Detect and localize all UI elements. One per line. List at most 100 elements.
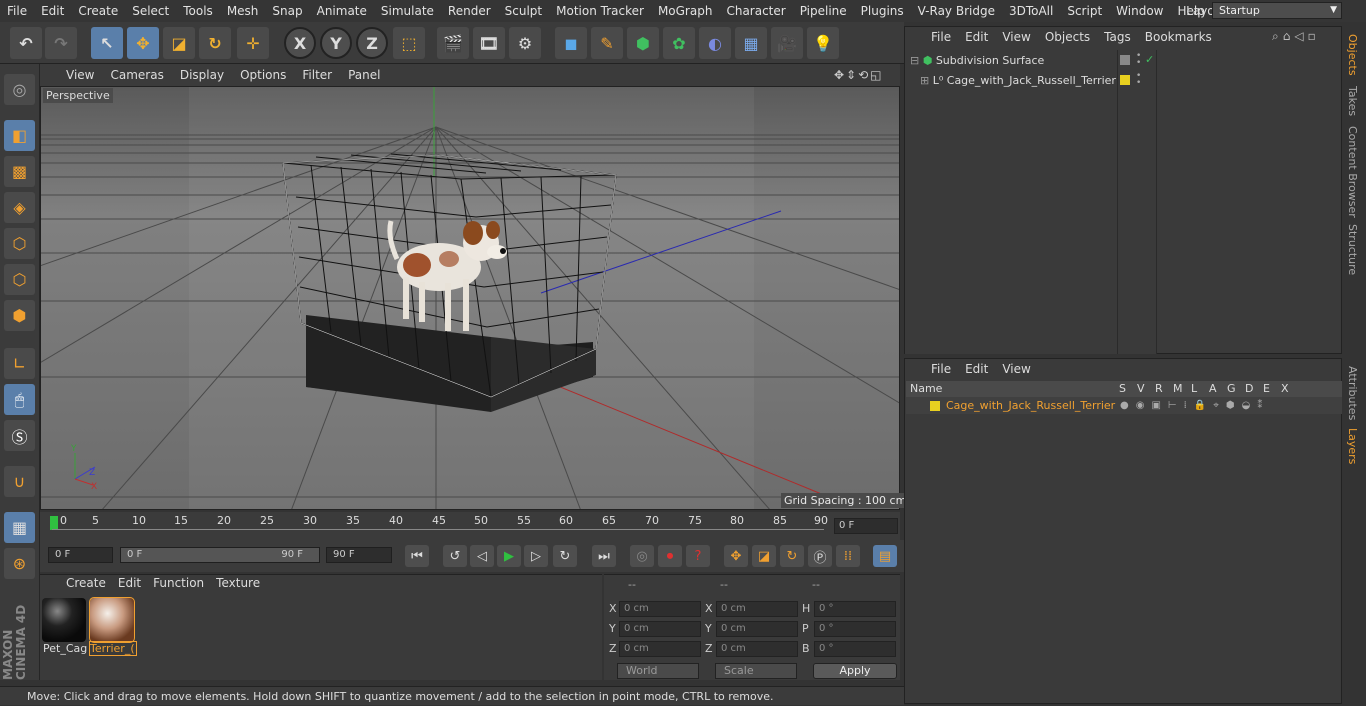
size-z-field[interactable]: 0 cm [716,641,798,657]
obj-menu-objects[interactable]: Objects [1038,30,1097,44]
material-thumb[interactable] [42,598,86,642]
workplane-lock-icon[interactable]: ▦ [4,512,35,543]
position-y-field[interactable]: 0 cm [619,621,701,637]
material-thumb[interactable] [89,597,135,643]
axis-mode-icon[interactable]: ∟ [4,348,35,379]
size-y-field[interactable]: 0 cm [716,621,798,637]
visibility-dots-icon[interactable]: • • [1136,72,1141,88]
size-mode-select[interactable]: Scale [715,663,797,679]
menu-sculpt[interactable]: Sculpt [498,4,549,18]
coord-mode-select[interactable]: World [617,663,699,679]
timeline-ruler[interactable]: 0 5 10 15 20 25 30 35 40 45 50 55 60 65 … [48,514,828,534]
position-x-field[interactable]: 0 cm [619,601,701,617]
rotate-icon[interactable]: ↻ [199,27,231,59]
obj-menu-view[interactable]: View [995,30,1037,44]
layer-col-r[interactable]: R [1155,381,1163,397]
viewport-nav-icons[interactable]: ✥⇕⟲◱ [834,68,900,82]
keyframe-selection-icon[interactable]: ? [686,545,710,567]
layer-row[interactable]: Cage_with_Jack_Russell_Terrier ●◉▣⊢⁞🔒⌖⬢◒… [906,397,1342,414]
key-rotation-icon[interactable]: ↻ [780,545,804,567]
vp-menu-options[interactable]: Options [232,68,294,82]
menu-mesh[interactable]: Mesh [220,4,266,18]
undo-icon[interactable]: ↶ [10,27,42,59]
layer-menu-file[interactable]: File [924,362,958,376]
frame-range-slider[interactable]: 0 F 90 F [120,547,320,563]
edit-render-settings-icon[interactable]: ⚙ [509,27,541,59]
menu-tools[interactable]: Tools [176,4,220,18]
menu-select[interactable]: Select [125,4,176,18]
cloner-icon[interactable]: ✿ [663,27,695,59]
layer-col-e[interactable]: E [1263,381,1270,397]
tree-toggle-icon[interactable]: ⊞ [920,74,929,87]
points-mode-icon[interactable]: ⬡ [4,228,35,259]
current-frame-field[interactable]: 0 F [834,518,898,534]
tab-layers[interactable]: Layers [1346,428,1359,464]
layer-col-s[interactable]: S [1119,381,1126,397]
vp-menu-panel[interactable]: Panel [340,68,388,82]
menu-plugins[interactable]: Plugins [854,4,911,18]
tab-structure[interactable]: Structure [1346,224,1359,275]
next-frame-icon[interactable]: ▷ [524,545,548,567]
menu-edit[interactable]: Edit [34,4,71,18]
phong-tag-icon[interactable] [1120,55,1130,65]
layer-color-icon[interactable] [1120,75,1130,85]
menu-motion-tracker[interactable]: Motion Tracker [549,4,651,18]
menu-script[interactable]: Script [1060,4,1109,18]
obj-menu-file[interactable]: File [924,30,958,44]
key-pla-icon[interactable]: ⁞⁞ [836,545,860,567]
viewport-camera-label[interactable]: Perspective [43,88,113,103]
layer-col-a[interactable]: A [1209,381,1217,397]
menu-pipeline[interactable]: Pipeline [793,4,854,18]
tree-toggle-icon[interactable]: ⊟ [910,54,919,67]
layer-col-x[interactable]: X [1281,381,1289,397]
y-axis-icon[interactable]: Y [320,27,352,59]
mat-menu-create[interactable]: Create [60,576,112,594]
floor-icon[interactable]: ▦ [735,27,767,59]
z-axis-icon[interactable]: Z [356,27,388,59]
tab-attributes[interactable]: Attributes [1346,366,1359,420]
layer-col-v[interactable]: V [1137,381,1145,397]
menu-vray-bridge[interactable]: V-Ray Bridge [911,4,1002,18]
rotation-h-field[interactable]: 0 ° [814,601,896,617]
texture-mode-icon[interactable]: ▩ [4,156,35,187]
light-icon[interactable]: 💡 [807,27,839,59]
menu-3dtoall[interactable]: 3DToAll [1002,4,1060,18]
menu-simulate[interactable]: Simulate [374,4,441,18]
goto-end-icon[interactable]: ⏭ [592,545,616,567]
scale-icon[interactable]: ◪ [163,27,195,59]
layer-menu-view[interactable]: View [995,362,1037,376]
menu-character[interactable]: Character [719,4,792,18]
object-row[interactable]: ⊞ L⁰ Cage_with_Jack_Russell_Terrier [920,72,1116,90]
layer-name[interactable]: Cage_with_Jack_Russell_Terrier [946,397,1115,414]
enabled-check-icon[interactable]: ✓ [1145,53,1154,66]
apply-button[interactable]: Apply [813,663,897,679]
layer-color-icon[interactable] [930,401,940,411]
timeline-window-icon[interactable]: ▤ [873,545,897,567]
end-frame-field[interactable]: 90 F [326,547,392,563]
rotation-p-field[interactable]: 0 ° [814,621,896,637]
layer-col-g[interactable]: G [1227,381,1236,397]
layer-col-m[interactable]: M [1173,381,1183,397]
key-parameter-icon[interactable]: Ⓟ [808,545,832,567]
play-icon[interactable]: ▶ [497,545,521,567]
subdivision-icon[interactable]: ⬢ [627,27,659,59]
magnet-icon[interactable]: ∪ [4,466,35,497]
playhead[interactable] [50,516,58,530]
layer-menu-edit[interactable]: Edit [958,362,995,376]
make-editable-icon[interactable]: ◎ [4,74,35,105]
object-row[interactable]: ⊟ ⬢ Subdivision Surface [910,52,1044,70]
layer-flags-icons[interactable]: ●◉▣⊢⁞🔒⌖⬢◒⁑ [1120,397,1269,414]
tab-content-browser[interactable]: Content Browser [1346,126,1359,218]
position-z-field[interactable]: 0 cm [619,641,701,657]
menu-file[interactable]: File [0,4,34,18]
model-mode-icon[interactable]: ◧ [4,120,35,151]
prev-frame-icon[interactable]: ◁ [470,545,494,567]
polygons-mode-icon[interactable]: ⬢ [4,300,35,331]
recent-tool-icon[interactable]: ✛ [237,27,269,59]
deformer-icon[interactable]: ◐ [699,27,731,59]
layer-col-d[interactable]: D [1245,381,1253,397]
vp-menu-view[interactable]: View [58,68,102,82]
obj-menu-edit[interactable]: Edit [958,30,995,44]
workplane-mode-icon[interactable]: ◈ [4,192,35,223]
camera-icon[interactable]: 🎥 [771,27,803,59]
